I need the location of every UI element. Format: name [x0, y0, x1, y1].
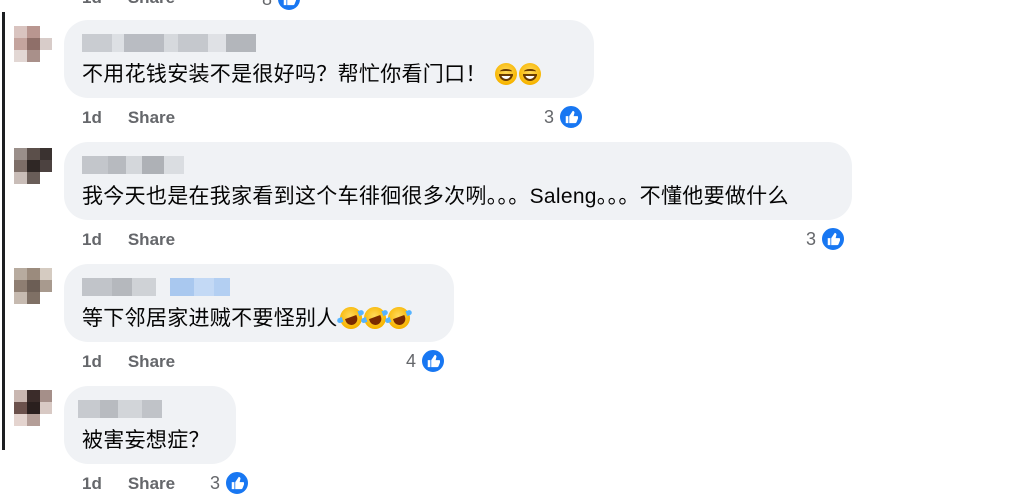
comment-time[interactable]: 1d	[82, 0, 102, 8]
like-count-value: 3	[544, 106, 555, 127]
thumbs-up-icon	[820, 226, 847, 252]
avatar[interactable]	[0, 260, 52, 320]
author-name-blurred[interactable]	[82, 156, 184, 174]
like-count[interactable]: 8	[262, 0, 303, 12]
like-count-value: 8	[262, 0, 272, 10]
avatar[interactable]	[0, 140, 52, 200]
thumbs-up-icon	[276, 0, 303, 12]
comment-meta: 1d Share	[82, 474, 175, 494]
comment-body: 不用花钱安装不是很好吗？帮忙你看门口！	[82, 63, 487, 86]
like-count[interactable]: 3	[544, 104, 585, 130]
avatar[interactable]	[0, 382, 52, 442]
comment-bubble: 不用花钱安装不是很好吗？帮忙你看门口！	[64, 20, 594, 98]
author-name-blurred[interactable]	[82, 34, 256, 52]
thumbs-up-icon	[224, 470, 251, 496]
share-link[interactable]: Share	[128, 108, 175, 128]
thumbs-up-icon	[420, 348, 447, 374]
author-name-blurred[interactable]	[82, 278, 230, 296]
like-count[interactable]: 3	[806, 226, 847, 252]
comment-text: 不用花钱安装不是很好吗？帮忙你看门口！	[82, 62, 541, 88]
comment-text: 被害妄想症？	[82, 429, 210, 452]
top-comment-meta: 1d Share	[82, 0, 175, 8]
comment-time[interactable]: 1d	[82, 352, 102, 372]
comment-body: 等下邻居家进贼不要怪别人	[82, 307, 338, 330]
comment-text: 等下邻居家进贼不要怪别人	[82, 303, 413, 333]
like-count-value: 3	[806, 228, 817, 249]
comment-meta: 1d Share	[82, 108, 175, 128]
share-link[interactable]: Share	[128, 474, 175, 494]
share-link[interactable]: Share	[128, 230, 175, 250]
like-count[interactable]: 4	[406, 348, 447, 374]
comment-time[interactable]: 1d	[82, 108, 102, 128]
avatar[interactable]	[0, 18, 52, 78]
comment-bubble: 等下邻居家进贼不要怪别人	[64, 264, 454, 342]
like-count-value: 3	[210, 472, 221, 493]
share-link[interactable]: Share	[128, 0, 175, 8]
like-count-value: 4	[406, 350, 417, 371]
comment-meta: 1d Share	[82, 230, 175, 250]
comment-bubble: 被害妄想症？	[64, 386, 236, 464]
comment-time[interactable]: 1d	[82, 474, 102, 494]
grinning-face-icon	[494, 63, 517, 85]
comment-bubble: 我今天也是在我家看到这个车徘徊很多次咧。。。Saleng。。。不懂他要做什么	[64, 142, 852, 220]
grinning-face-icon	[518, 63, 541, 85]
comment-time[interactable]: 1d	[82, 230, 102, 250]
author-name-blurred[interactable]	[78, 400, 162, 418]
like-count[interactable]: 3	[210, 470, 251, 496]
comment-meta: 1d Share	[82, 352, 175, 372]
rolling-laughing-face-icon	[384, 303, 413, 333]
share-link[interactable]: Share	[128, 352, 175, 372]
thumbs-up-icon	[558, 104, 585, 130]
comment-text: 我今天也是在我家看到这个车徘徊很多次咧。。。Saleng。。。不懂他要做什么	[82, 185, 789, 208]
